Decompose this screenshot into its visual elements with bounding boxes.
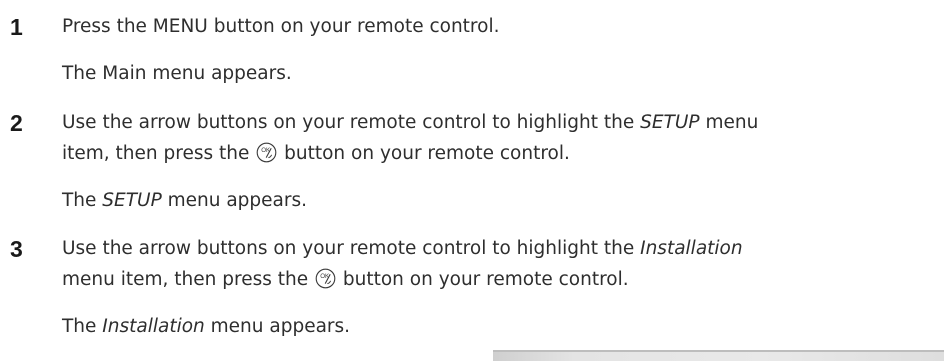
step-number: 3: [10, 236, 23, 262]
ok-button-icon: OK: [315, 268, 336, 289]
ok-button-icon: OK: [256, 142, 277, 163]
step-3-result: The Installation menu appears.: [62, 316, 351, 337]
step-number: 1: [10, 14, 23, 40]
step-3-instruction-line-1: Use the arrow buttons on your remote con…: [62, 238, 743, 259]
step-3-instruction-line-2: menu item, then press the OK button on y…: [62, 268, 629, 290]
step-2-instruction-line-2: item, then press the OK button on your r…: [62, 142, 570, 164]
menu-name: SETUP: [102, 190, 162, 211]
step-2-instruction-line-1: Use the arrow buttons on your remote con…: [62, 112, 759, 133]
step-1-result: The Main menu appears.: [62, 63, 292, 84]
menu-screenshot-image: [493, 350, 944, 361]
menu-name: Installation: [640, 238, 743, 259]
step-2-result: The SETUP menu appears.: [62, 190, 308, 211]
menu-name: SETUP: [640, 112, 700, 133]
step-number: 2: [10, 110, 23, 136]
step-1-instruction: Press the MENU button on your remote con…: [62, 16, 500, 37]
menu-name: Installation: [102, 316, 205, 337]
